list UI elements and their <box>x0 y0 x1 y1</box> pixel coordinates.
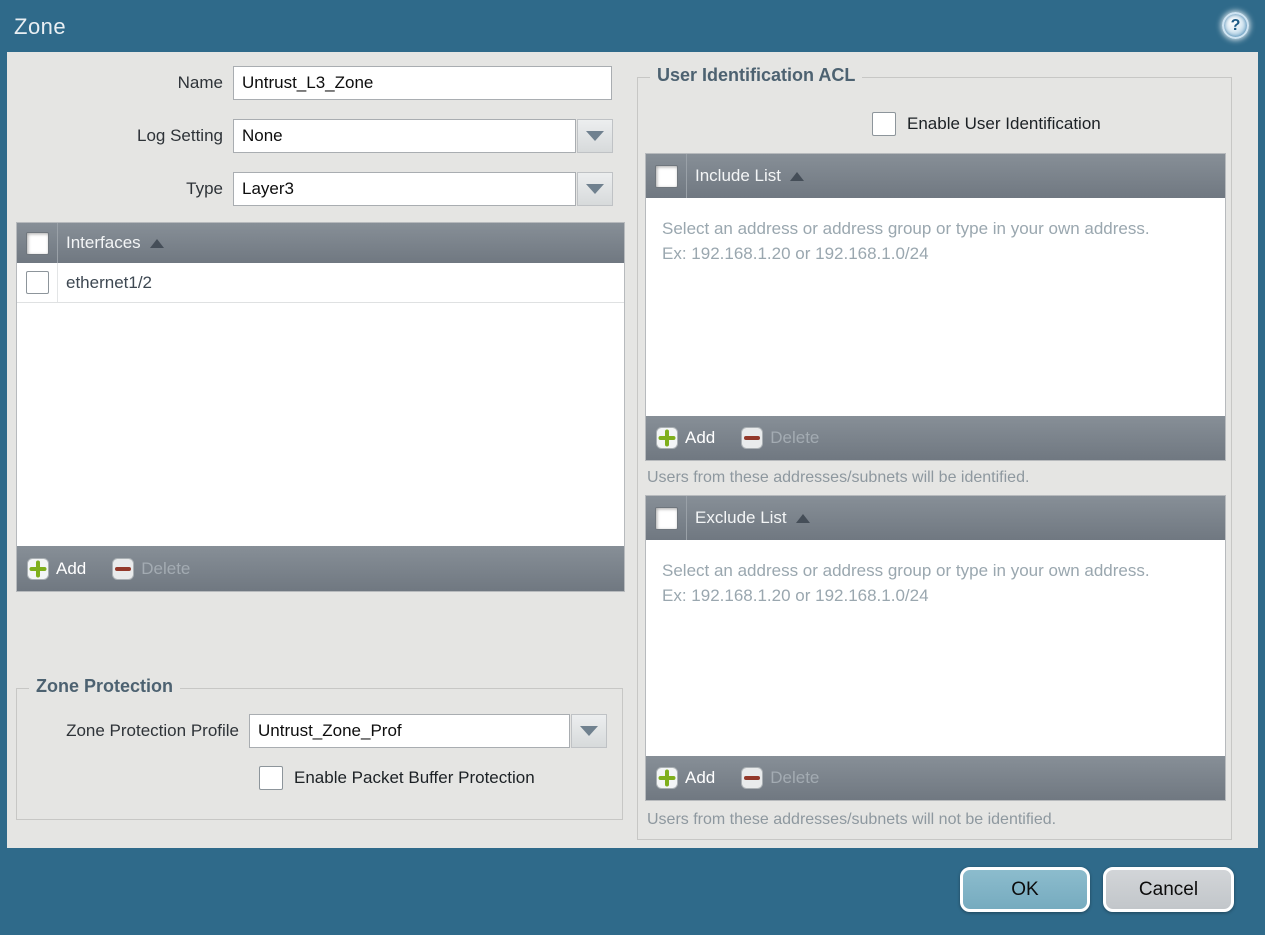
minus-icon <box>112 557 135 580</box>
interface-row-checkbox-cell <box>17 263 58 302</box>
add-label: Add <box>56 558 87 578</box>
zone-protection-profile-select <box>249 714 607 748</box>
ok-button[interactable]: OK <box>960 867 1090 912</box>
include-list-header[interactable]: Include List <box>646 154 1225 198</box>
interfaces-select-all-checkbox[interactable] <box>25 231 49 255</box>
plus-icon <box>27 557 49 580</box>
packet-buffer-label: Enable Packet Buffer Protection <box>294 768 535 787</box>
add-label: Add <box>685 428 716 447</box>
zone-protection-profile-row: Zone Protection Profile <box>17 714 607 748</box>
dialog-titlebar: Zone ? <box>0 0 1265 52</box>
interfaces-footer: Add Delete <box>17 546 624 591</box>
interfaces-header-label: Interfaces <box>66 233 141 252</box>
type-input[interactable] <box>233 172 576 206</box>
type-label: Type <box>186 179 223 198</box>
sort-asc-icon <box>149 238 164 248</box>
exclude-delete-button[interactable]: Delete <box>741 767 819 789</box>
interface-row-checkbox[interactable] <box>25 271 49 294</box>
exclude-list-note: Users from these addresses/subnets will … <box>647 811 1057 828</box>
help-icon[interactable]: ? <box>1222 12 1249 39</box>
chevron-down-icon <box>586 131 604 141</box>
sort-asc-icon <box>795 513 810 523</box>
include-add-button[interactable]: Add <box>656 427 715 449</box>
exclude-list-footer: Add Delete <box>646 756 1225 800</box>
zone-protection-legend: Zone Protection <box>29 676 181 697</box>
interface-name: ethernet1/2 <box>66 272 153 292</box>
log-setting-field-row: Log Setting <box>7 119 613 153</box>
user-identification-acl-legend: User Identification ACL <box>650 65 863 86</box>
chevron-down-icon <box>586 184 604 194</box>
type-dropdown-button[interactable] <box>577 172 613 206</box>
include-list-footer: Add Delete <box>646 416 1225 460</box>
chevron-down-icon <box>580 726 598 736</box>
cancel-button[interactable]: Cancel <box>1103 867 1234 912</box>
exclude-list-header[interactable]: Exclude List <box>646 496 1225 540</box>
exclude-list-placeholder: Select an address or address group or ty… <box>662 561 1150 605</box>
include-select-all-cell <box>646 154 687 198</box>
include-list-placeholder: Select an address or address group or ty… <box>662 219 1150 263</box>
exclude-list-header-label: Exclude List <box>695 508 787 527</box>
name-field-row: Name <box>7 66 612 100</box>
log-setting-select <box>233 119 613 153</box>
zone-protection-profile-input[interactable] <box>249 714 570 748</box>
zone-dialog-screen: Zone ? Name Log Setting Type <box>0 0 1265 935</box>
enable-user-identification-checkbox[interactable] <box>872 112 896 136</box>
zone-protection-profile-label: Zone Protection Profile <box>66 721 239 740</box>
minus-icon <box>741 427 764 449</box>
delete-label: Delete <box>141 558 191 578</box>
table-row[interactable]: ethernet1/2 <box>17 263 624 303</box>
name-label: Name <box>177 73 223 92</box>
dialog-title: Zone <box>14 14 67 39</box>
type-select <box>233 172 613 206</box>
delete-label: Delete <box>770 768 820 787</box>
type-field-row: Type <box>7 172 613 206</box>
log-setting-input[interactable] <box>233 119 576 153</box>
interfaces-select-all-cell <box>17 223 58 263</box>
exclude-list-body[interactable]: Select an address or address group or ty… <box>646 540 1225 756</box>
interfaces-body: ethernet1/2 <box>17 263 624 546</box>
packet-buffer-checkbox[interactable] <box>259 766 283 790</box>
dialog-body: Name Log Setting Type <box>7 52 1258 848</box>
minus-icon <box>741 767 764 789</box>
zone-protection-section: Zone Protection Zone Protection Profile … <box>16 676 623 820</box>
include-list-body[interactable]: Select an address or address group or ty… <box>646 198 1225 416</box>
plus-icon <box>656 767 678 789</box>
exclude-list-table: Exclude List Select an address or addres… <box>645 495 1226 801</box>
plus-icon <box>656 427 678 449</box>
exclude-select-all-cell <box>646 496 687 540</box>
enable-user-identification-label: Enable User Identification <box>907 114 1101 133</box>
user-identification-acl-section: User Identification ACL Enable User Iden… <box>637 65 1232 840</box>
exclude-select-all-checkbox[interactable] <box>654 506 678 530</box>
exclude-add-button[interactable]: Add <box>656 767 715 789</box>
include-list-table: Include List Select an address or addres… <box>645 153 1226 461</box>
delete-label: Delete <box>770 428 820 447</box>
log-setting-dropdown-button[interactable] <box>577 119 613 153</box>
log-setting-label: Log Setting <box>136 126 223 145</box>
include-list-note: Users from these addresses/subnets will … <box>647 469 1030 486</box>
add-label: Add <box>685 768 716 787</box>
enable-user-identification-row: Enable User Identification <box>872 112 1101 136</box>
packet-buffer-row: Enable Packet Buffer Protection <box>259 766 535 790</box>
zone-protection-profile-dropdown-button[interactable] <box>571 714 607 748</box>
question-mark-glyph: ? <box>1230 16 1241 34</box>
interfaces-table: Interfaces ethernet1/2 Add Delete <box>16 222 625 592</box>
name-input[interactable] <box>233 66 612 100</box>
delete-interface-button[interactable]: Delete <box>112 557 191 580</box>
include-delete-button[interactable]: Delete <box>741 427 819 449</box>
sort-asc-icon <box>790 171 804 181</box>
include-select-all-checkbox[interactable] <box>654 164 678 188</box>
interfaces-header[interactable]: Interfaces <box>17 223 624 263</box>
add-interface-button[interactable]: Add <box>27 557 87 580</box>
include-list-header-label: Include List <box>695 166 781 185</box>
